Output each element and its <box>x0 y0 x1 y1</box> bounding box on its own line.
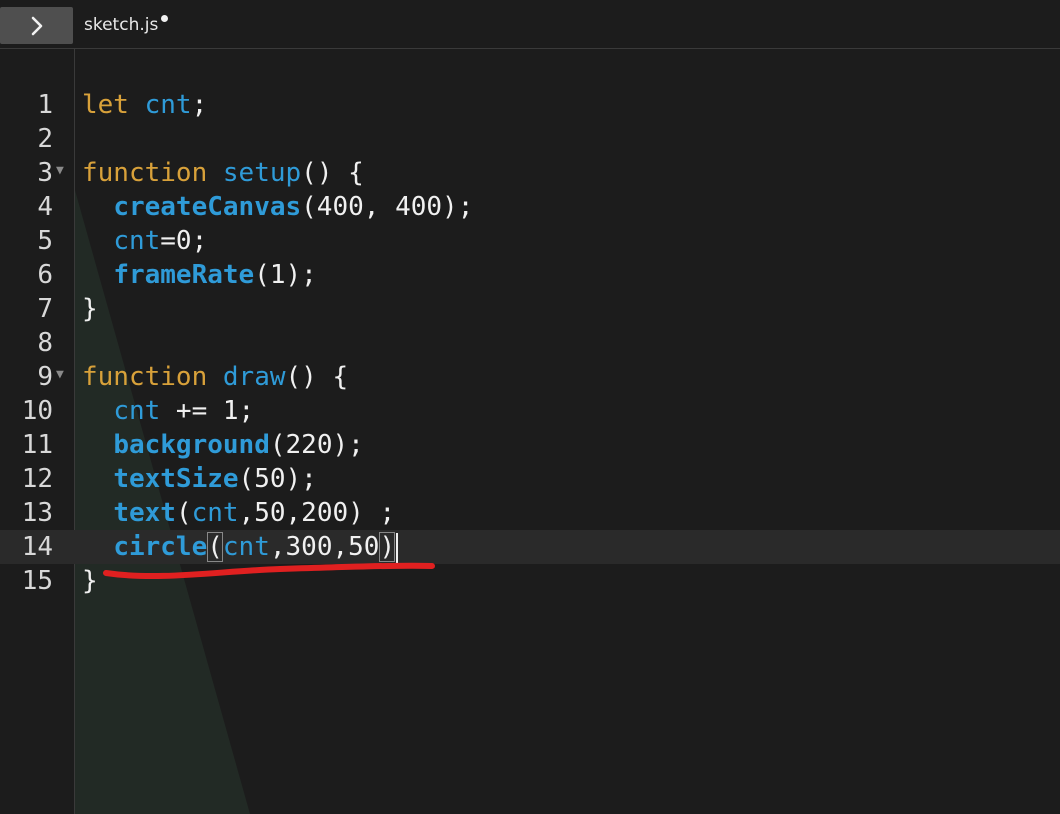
line-number: 4 <box>37 192 53 222</box>
code-token: ( <box>207 532 223 562</box>
code-text: function setup() { <box>82 156 364 190</box>
code-editor-window: sketch.js 1 let cnt; 2 3 ▼ function setup() {… <box>0 0 1060 814</box>
code-text: background(220); <box>82 428 364 462</box>
code-line[interactable]: 3 ▼ function setup() { <box>0 156 1060 190</box>
code-token: (220); <box>269 430 364 460</box>
unsaved-indicator-dot <box>161 14 169 22</box>
line-number: 12 <box>21 464 53 494</box>
code-text: cnt += 1; <box>82 394 254 428</box>
code-token: =0; <box>160 226 208 256</box>
code-token: (1); <box>254 260 317 290</box>
code-line[interactable]: 14 circle(cnt,300,50) <box>0 530 1060 564</box>
line-number: 11 <box>21 430 53 460</box>
code-text: function draw() { <box>82 360 348 394</box>
sidebar-toggle-button[interactable] <box>0 7 73 44</box>
code-line[interactable]: 15} <box>0 564 1060 598</box>
line-number: 9 <box>37 362 53 392</box>
code-token: ( <box>175 498 192 528</box>
code-text: } <box>82 292 98 326</box>
code-token: (50); <box>238 464 317 494</box>
code-token: cnt <box>113 396 161 426</box>
code-token: ,50,200) ; <box>238 498 396 528</box>
code-text: createCanvas(400, 400); <box>82 190 473 224</box>
line-number: 13 <box>21 498 53 528</box>
code-line[interactable]: 13 text(cnt,50,200) ; <box>0 496 1060 530</box>
line-number: 8 <box>37 328 53 358</box>
code-text: cnt=0; <box>82 224 207 258</box>
code-line[interactable]: 1 let cnt; <box>0 88 1060 122</box>
line-number: 6 <box>37 260 53 290</box>
line-number: 14 <box>21 532 53 562</box>
code-text: circle(cnt,300,50) <box>82 530 399 564</box>
code-token: () { <box>285 362 349 392</box>
code-line[interactable]: 11 background(220); <box>0 428 1060 462</box>
code-area[interactable]: 1 let cnt; 2 3 ▼ function setup() {4 createCa… <box>0 88 1060 598</box>
code-token: () { <box>301 158 364 188</box>
line-number: 1 <box>37 90 53 120</box>
line-number: 3 <box>37 158 53 188</box>
code-token: cnt <box>222 532 270 562</box>
code-token: += 1; <box>160 396 255 426</box>
code-token: textSize <box>113 464 239 494</box>
code-token: function <box>82 362 208 392</box>
code-token: ,300,50 <box>269 532 380 562</box>
line-number: 7 <box>37 294 53 324</box>
code-token: circle <box>113 532 208 562</box>
code-token: setup <box>222 158 302 188</box>
code-token: ) <box>379 532 396 562</box>
code-token: frameRate <box>113 260 255 290</box>
code-token: createCanvas <box>113 192 302 222</box>
line-number: 15 <box>21 566 53 596</box>
fold-toggle-icon[interactable]: ▼ <box>56 156 64 186</box>
code-token: ; <box>191 90 208 120</box>
code-token: } <box>82 294 98 324</box>
line-number: 2 <box>37 124 53 154</box>
code-token: cnt <box>191 498 239 528</box>
code-text: textSize(50); <box>82 462 317 496</box>
code-text: let cnt; <box>82 88 207 122</box>
code-line[interactable]: 5 cnt=0; <box>0 224 1060 258</box>
fold-toggle-icon[interactable]: ▼ <box>56 360 64 390</box>
code-line[interactable]: 12 textSize(50); <box>0 462 1060 496</box>
code-line[interactable]: 2 <box>0 122 1060 156</box>
code-token: cnt <box>113 226 161 256</box>
code-token: function <box>82 158 208 188</box>
code-token: background <box>113 430 270 460</box>
tab-bar: sketch.js <box>0 0 1060 49</box>
code-token: cnt <box>144 90 192 120</box>
code-line[interactable]: 8 <box>0 326 1060 360</box>
code-text: } <box>82 564 98 598</box>
code-text: frameRate(1); <box>82 258 317 292</box>
text-cursor <box>396 532 399 563</box>
line-number: 5 <box>37 226 53 256</box>
code-token: (400, 400); <box>301 192 474 222</box>
tab-filename: sketch.js <box>84 15 159 35</box>
code-line[interactable]: 4 createCanvas(400, 400); <box>0 190 1060 224</box>
code-line[interactable]: 10 cnt += 1; <box>0 394 1060 428</box>
code-line[interactable]: 6 frameRate(1); <box>0 258 1060 292</box>
line-number: 10 <box>21 396 53 426</box>
code-token: } <box>82 566 98 596</box>
tab-sketch-js[interactable]: sketch.js <box>84 12 169 38</box>
code-line[interactable]: 7} <box>0 292 1060 326</box>
code-line[interactable]: 9 ▼ function draw() { <box>0 360 1060 394</box>
code-token: let <box>82 90 129 120</box>
chevron-right-icon <box>31 16 42 35</box>
code-token: text <box>113 498 176 528</box>
code-text: text(cnt,50,200) ; <box>82 496 395 530</box>
code-token: draw <box>222 362 286 392</box>
